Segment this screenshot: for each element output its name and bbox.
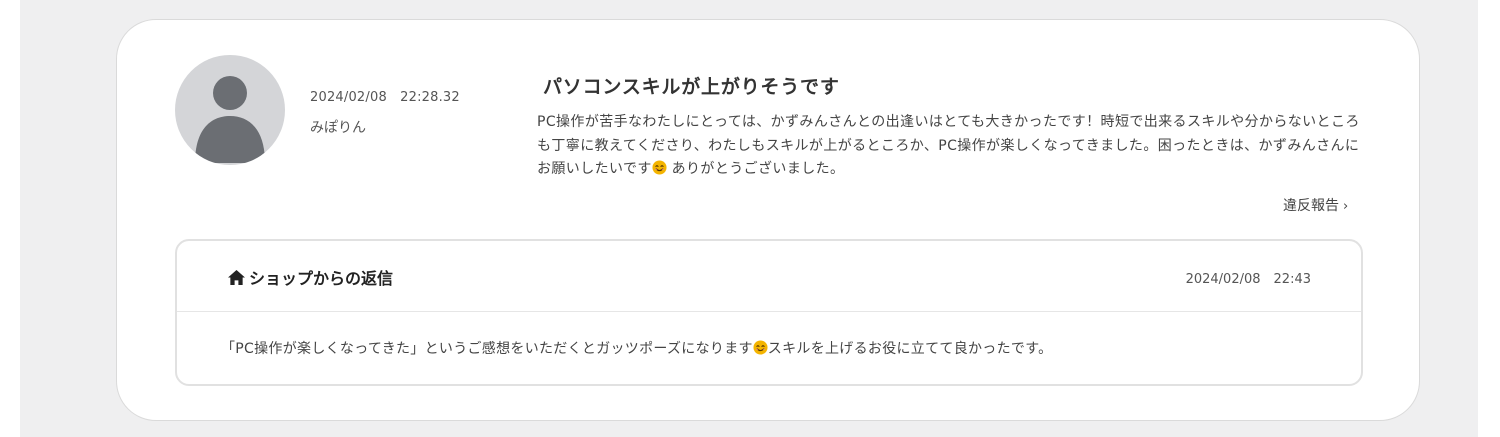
shop-reply-title: ショップからの返信 [227,265,393,289]
review-body-text-end: ありがとうございました。 [666,161,845,177]
home-icon [228,269,245,286]
shop-reply-header: ショップからの返信 2024/02/08 22:43 [177,241,1361,312]
shop-reply-date: 2024/02/08 22:43 [1185,272,1311,287]
smiling-face-icon [652,160,667,175]
user-silhouette-icon [195,76,265,163]
shop-reply-box: ショップからの返信 2024/02/08 22:43 「PC操作が楽しくなってき… [175,239,1363,386]
report-violation-label: 違反報告 [1283,198,1339,214]
review-title: パソコンスキルが上がりそうです [543,76,840,98]
report-violation-link[interactable]: 違反報告 › [1283,195,1348,215]
review-body: PC操作が苦手なわたしにとっては、かずみんさんとの出逢いはとても大きかったです！… [537,111,1367,182]
shop-reply-text: 「PC操作が楽しくなってきた」というご感想をいただくとガッツポーズになります [221,341,753,357]
shop-reply-title-text: ショップからの返信 [249,269,394,288]
review-card: 2024/02/08 22:28.32 みぽりん パソコンスキルが上がりそうです… [116,19,1420,421]
chevron-right-icon: › [1343,199,1349,214]
user-avatar [175,55,285,165]
smiling-face-icon [753,340,768,355]
review-meta: 2024/02/08 22:28.32 みぽりん [310,86,460,137]
shop-reply-body: 「PC操作が楽しくなってきた」というご感想をいただくとガッツポーズになります スキ… [221,338,1052,358]
page-background: 2024/02/08 22:28.32 みぽりん パソコンスキルが上がりそうです… [20,0,1478,437]
shop-reply-text-end: スキルを上げるお役に立てて良かったです。 [767,341,1053,357]
review-author: みぽりん [310,120,366,136]
review-date: 2024/02/08 22:28.32 [310,90,460,105]
